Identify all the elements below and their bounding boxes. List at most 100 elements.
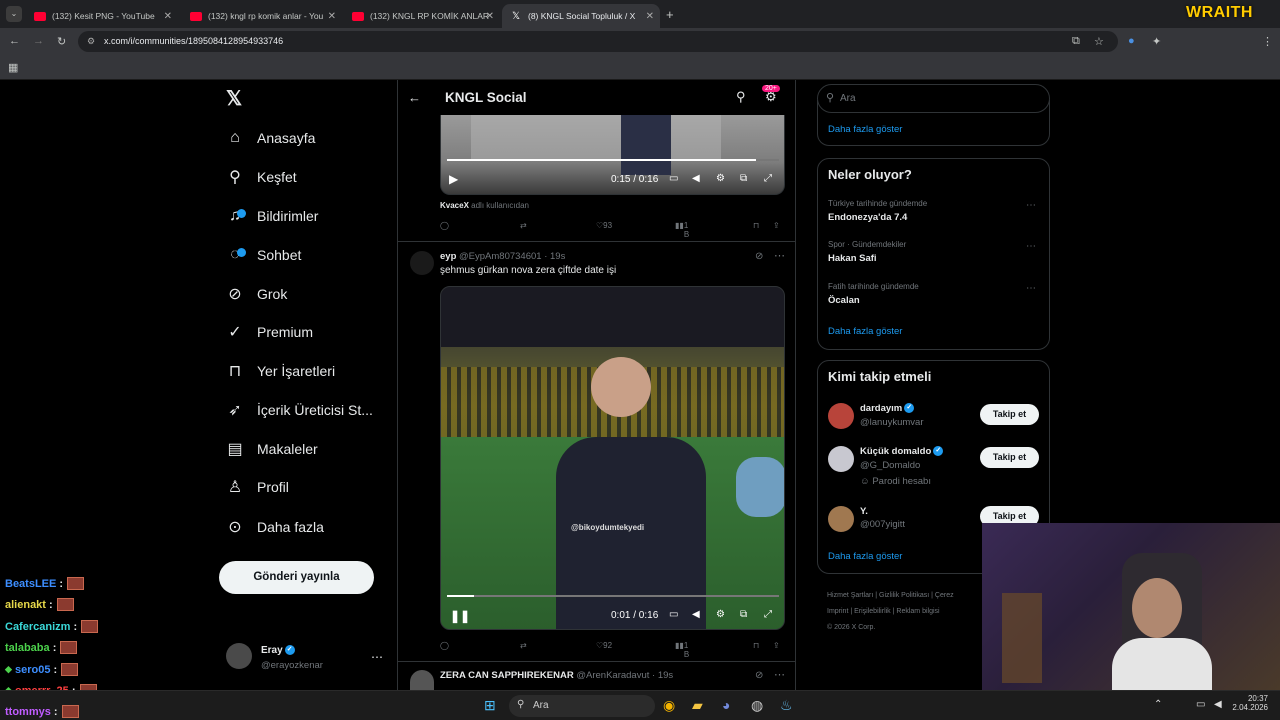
tab-search-icon[interactable]: ⌄ — [6, 6, 22, 22]
trend-item[interactable]: Endonezya'da 7.4 — [828, 212, 907, 223]
sidebar-item-creator-studio[interactable]: ➶ İçerik Üreticisi St... — [225, 395, 373, 425]
footer-link[interactable]: Imprint — [827, 608, 848, 615]
follow-suggestion-name[interactable]: dardayım ✓ — [860, 403, 915, 414]
captions-icon[interactable]: ▭ — [669, 173, 678, 184]
post-button[interactable]: Gönderi yayınla — [219, 561, 374, 594]
close-icon[interactable]: ✕ — [486, 11, 494, 22]
steam-icon[interactable]: ♨ — [780, 697, 793, 714]
like-button[interactable]: ♡ 93 — [596, 221, 612, 230]
forward-icon[interactable]: → — [33, 35, 44, 47]
post-author[interactable]: ZERA CAN SAPPHIREKENAR — [440, 670, 574, 681]
install-icon[interactable]: ⧉ — [1072, 35, 1080, 48]
browser-tab[interactable]: (132) Kesit PNG - YouTube ✕ — [26, 4, 178, 28]
follow-suggestion-name[interactable]: Y. — [860, 506, 868, 517]
repost-icon[interactable]: ⇄ — [520, 221, 527, 230]
footer-link[interactable]: Hizmet Şartları — [827, 592, 873, 599]
video-player[interactable]: @bikoydumtekyedi ❚❚ 0:01 / 0:16 ▭ ◀ ⚙ ⧉ … — [440, 286, 785, 630]
post-author[interactable]: eyp — [440, 251, 456, 262]
search-icon[interactable]: ⚲ — [736, 89, 746, 105]
sidebar-item-explore[interactable]: ⚲ Keşfet — [225, 162, 297, 192]
close-icon[interactable]: ✕ — [164, 11, 172, 22]
sidebar-item-more[interactable]: ⊙ Daha fazla — [225, 512, 324, 542]
new-tab-icon[interactable]: + — [666, 7, 674, 22]
footer-link[interactable]: Erişilebilirlik — [854, 608, 891, 615]
views-button[interactable]: ▮▮ 1 B — [675, 641, 689, 659]
more-icon[interactable]: ⋯ — [1026, 200, 1036, 211]
avatar[interactable] — [410, 670, 434, 690]
taskbar-search[interactable]: ⚲ Ara — [509, 695, 655, 717]
volume-icon[interactable]: ◀ — [1214, 699, 1222, 710]
video-player[interactable]: ▶ 0:15 / 0:16 ▭ ◀ ⚙ ⧉ ⤢ — [440, 115, 785, 195]
gear-icon[interactable]: ⚙ — [716, 609, 725, 620]
video-progress[interactable] — [447, 159, 779, 161]
address-bar[interactable]: ⚙ x.com/i/communities/189508412895493374… — [78, 31, 1118, 52]
source-user[interactable]: KvaceX — [440, 201, 469, 210]
post-time[interactable]: 19s — [550, 251, 565, 262]
bookmark-icon[interactable]: ⊓ — [753, 641, 759, 650]
footer-link[interactable]: Çerez — [935, 592, 954, 599]
puzzle-icon[interactable]: ✦ — [1152, 35, 1161, 48]
browser-tab-active[interactable]: 𝕏 (8) KNGL Social Topluluk / X ✕ — [502, 4, 660, 28]
reply-icon[interactable]: ◯ — [440, 641, 449, 650]
avatar[interactable] — [410, 251, 434, 275]
show-more-link[interactable]: Daha fazla göster — [828, 124, 902, 135]
pip-icon[interactable]: ⧉ — [740, 609, 747, 620]
fullscreen-icon[interactable]: ⤢ — [764, 609, 772, 620]
post-handle[interactable]: @ArenKaradavut — [576, 670, 649, 681]
star-icon[interactable]: ☆ — [1094, 35, 1104, 48]
post-time[interactable]: 19s — [658, 670, 673, 681]
account-more-icon[interactable]: ⋯ — [371, 650, 383, 664]
play-icon[interactable]: ▶ — [449, 172, 458, 186]
captions-icon[interactable]: ▭ — [669, 609, 678, 620]
gear-icon[interactable]: ⚙ — [716, 173, 725, 184]
account-name[interactable]: Eray ✓ — [261, 645, 295, 656]
share-icon[interactable]: ⇪ — [773, 221, 780, 230]
sidebar-item-articles[interactable]: ▤ Makaleler — [225, 434, 317, 464]
apps-icon[interactable]: ▦ — [8, 61, 18, 74]
start-icon[interactable]: ⊞ — [484, 697, 496, 714]
close-icon[interactable]: ✕ — [646, 11, 654, 22]
follow-suggestion-name[interactable]: Küçük domaldo ✓ — [860, 446, 944, 457]
network-icon[interactable]: ▭ — [1196, 699, 1205, 710]
volume-icon[interactable]: ◀ — [692, 609, 700, 620]
x-logo-icon[interactable]: 𝕏 — [226, 86, 242, 111]
sidebar-item-home[interactable]: ⌂ Anasayfa — [225, 123, 315, 153]
post-handle[interactable]: @EypAm80734601 — [459, 251, 542, 262]
trend-item[interactable]: Hakan Safi — [828, 253, 877, 264]
grok-icon[interactable]: ⊘ — [755, 251, 763, 262]
follow-button[interactable]: Takip et — [980, 447, 1039, 468]
views-button[interactable]: ▮▮ 1 B — [675, 221, 689, 239]
browser-tab[interactable]: (132) kngl rp komik anlar - You ✕ — [182, 4, 342, 28]
repost-icon[interactable]: ⇄ — [520, 641, 527, 650]
footer-link[interactable]: Gizlilik Politikası — [879, 592, 929, 599]
reload-icon[interactable]: ↻ — [57, 35, 66, 48]
like-button[interactable]: ♡ 92 — [596, 641, 612, 650]
reply-icon[interactable]: ◯ — [440, 221, 449, 230]
fullscreen-icon[interactable]: ⤢ — [764, 173, 772, 184]
sidebar-item-bookmarks[interactable]: ⊓ Yer İşaretleri — [225, 356, 335, 386]
show-more-link[interactable]: Daha fazla göster — [828, 551, 902, 562]
volume-icon[interactable]: ◀ — [692, 173, 700, 184]
tray-chevron-icon[interactable]: ⌃ — [1154, 699, 1162, 710]
sidebar-item-chat[interactable]: ◌ Sohbet — [225, 240, 301, 270]
chrome-icon[interactable]: ◉ — [663, 697, 675, 714]
more-icon[interactable]: ⋯ — [774, 668, 785, 681]
site-info-icon[interactable]: ⚙ — [87, 31, 95, 52]
menu-icon[interactable]: ⋮ — [1262, 35, 1273, 48]
clock[interactable]: 20:37 2.04.2026 — [1232, 694, 1268, 712]
sidebar-item-grok[interactable]: ⊘ Grok — [225, 279, 287, 309]
more-icon[interactable]: ⋯ — [1026, 283, 1036, 294]
avatar[interactable] — [828, 506, 854, 532]
app-icon[interactable]: ◍ — [751, 697, 763, 714]
show-more-link[interactable]: Daha fazla göster — [828, 326, 902, 337]
pip-icon[interactable]: ⧉ — [740, 173, 747, 184]
folder-icon[interactable]: ▰ — [692, 697, 703, 714]
video-progress[interactable] — [447, 595, 779, 597]
follow-button[interactable]: Takip et — [980, 404, 1039, 425]
pause-icon[interactable]: ❚❚ — [450, 609, 470, 623]
more-icon[interactable]: ⋯ — [774, 249, 785, 262]
back-arrow-icon[interactable]: ← — [408, 90, 421, 105]
trend-item[interactable]: Öcalan — [828, 295, 860, 306]
sidebar-item-notifications[interactable]: ♫ Bildirimler — [225, 201, 318, 231]
sidebar-item-profile[interactable]: ♙ Profil — [225, 472, 289, 502]
